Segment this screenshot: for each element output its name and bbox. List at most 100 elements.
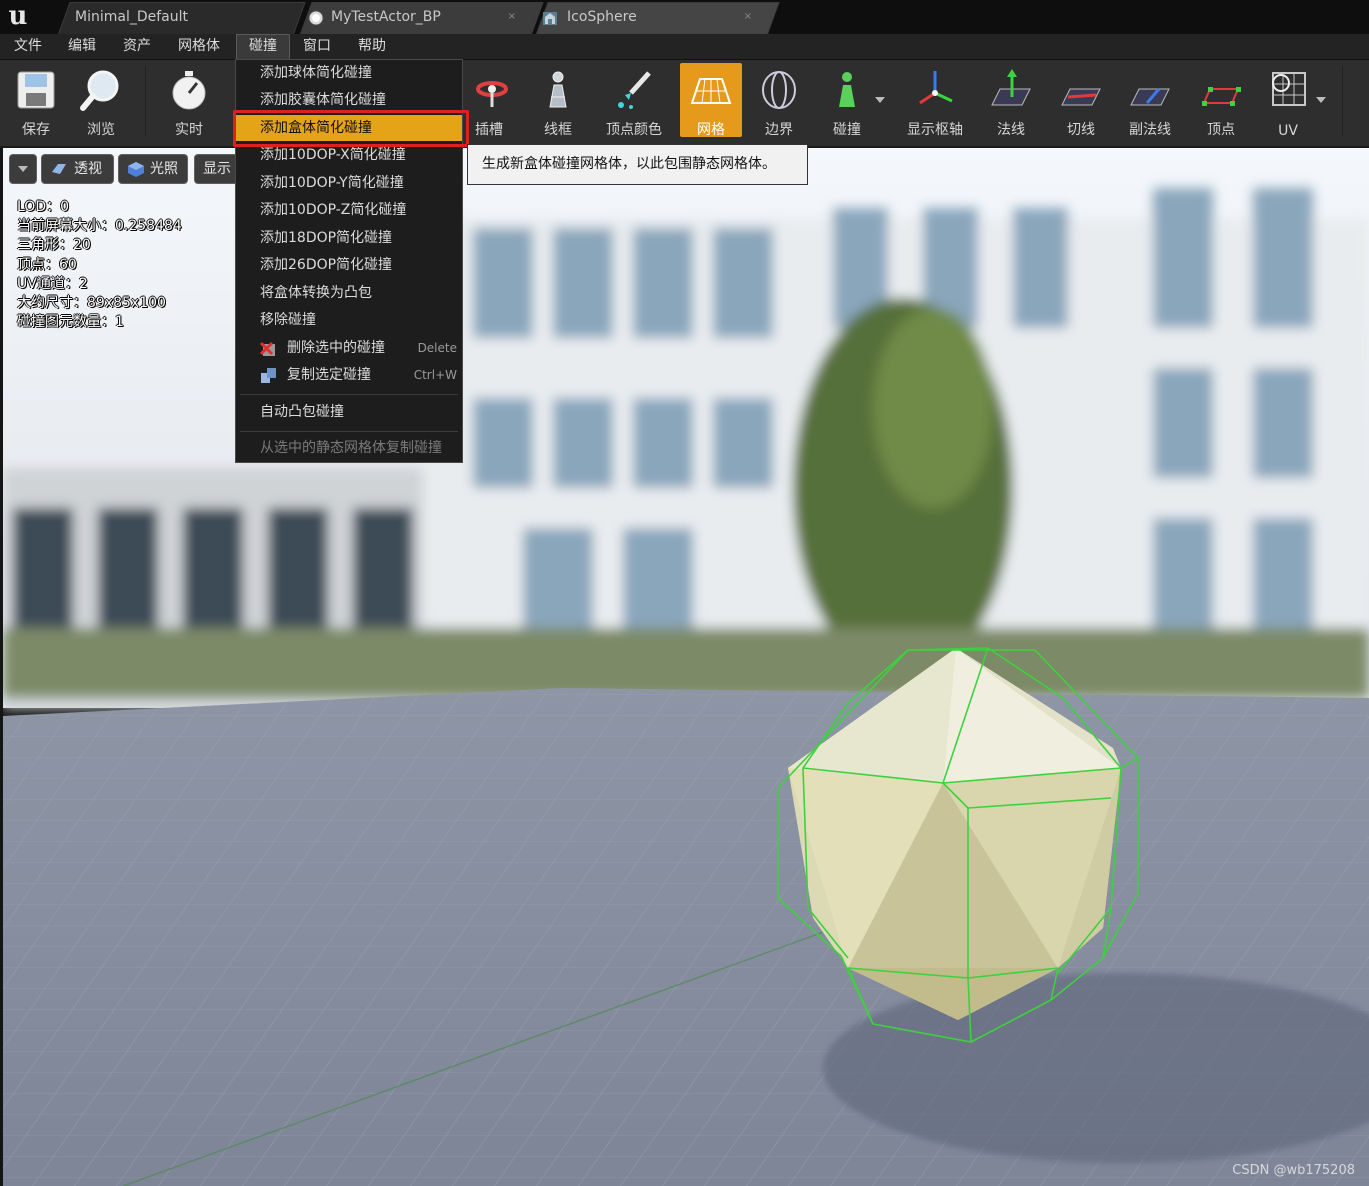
vertices-button[interactable]: 顶点 (1190, 63, 1252, 138)
menu-separator (240, 431, 458, 432)
stat-triangles: 三角形：20 (17, 237, 91, 254)
blueprint-actor-icon (308, 10, 324, 26)
menu-separator (240, 394, 458, 395)
tab-close-icon[interactable]: × (744, 2, 752, 32)
uv-dropdown-caret-icon[interactable] (1316, 97, 1326, 103)
menu-add-10dop-y-collision[interactable]: 添加10DOP-Y简化碰撞 (236, 170, 462, 196)
viewport[interactable]: 透视 光照 显示 LOD：0 当前屏幕大小：0.258484 三角形：20 顶点… (3, 148, 1369, 1186)
wireframe-button[interactable]: 线框 (527, 63, 589, 138)
menu-file[interactable]: 文件 (2, 34, 54, 59)
menu-add-10dop-z-collision[interactable]: 添加10DOP-Z简化碰撞 (236, 197, 462, 223)
socket-icon (476, 81, 508, 107)
menu-asset[interactable]: 资产 (111, 34, 163, 59)
vertices-icon (1202, 87, 1241, 106)
browse-label: 浏览 (87, 122, 115, 138)
paint-brush-icon (618, 71, 651, 109)
perspective-button[interactable]: 透视 (41, 154, 114, 184)
menu-bar: 文件 编辑 资产 网格体 碰撞 窗口 帮助 (0, 34, 1369, 60)
toolbar-divider (1342, 66, 1343, 136)
menu-delete-selected-collision[interactable]: 删除选中的碰撞 Delete (236, 335, 462, 361)
menu-add-18dop-collision[interactable]: 添加18DOP简化碰撞 (236, 225, 462, 251)
toolbar: 保存 浏览 实时 插槽 线框 顶点颜色 网格 边界 碰撞 显示枢轴 法线 切线 … (0, 60, 1369, 148)
wireframe-label: 线框 (544, 122, 572, 138)
lit-label: 光照 (150, 161, 178, 177)
tab-label: IcoSphere (567, 9, 637, 25)
menu-auto-convex-collision[interactable]: 自动凸包碰撞 (236, 399, 462, 425)
stat-vertices: 顶点：60 (17, 256, 77, 273)
binormals-icon (1130, 88, 1170, 106)
collision-pawn-icon (839, 72, 855, 107)
static-mesh-icon (543, 12, 557, 25)
normals-icon (991, 69, 1031, 106)
menu-add-26dop-collision[interactable]: 添加26DOP简化碰撞 (236, 252, 462, 278)
stat-screen-size: 当前屏幕大小：0.258484 (17, 218, 182, 235)
tab-label: Minimal_Default (75, 9, 188, 25)
lit-sphere-icon (128, 162, 144, 177)
stat-uv-channels: UV通道：2 (17, 275, 88, 292)
show-button[interactable]: 显示 (194, 154, 240, 184)
collision-label: 碰撞 (833, 122, 861, 138)
duplicate-shortcut: Ctrl+W (413, 368, 457, 382)
menu-remove-collision[interactable]: 移除碰撞 (236, 307, 462, 333)
delete-shortcut: Delete (417, 341, 457, 355)
bounds-button[interactable]: 边界 (748, 63, 810, 138)
menu-mesh[interactable]: 网格体 (166, 34, 232, 59)
title-tab-bar: u Minimal_Default MyTestActor_BP × IcoSp… (0, 0, 1369, 34)
lit-button[interactable]: 光照 (118, 154, 188, 184)
viewport-options-button[interactable] (9, 154, 37, 184)
collision-dropdown-caret-icon[interactable] (875, 97, 885, 103)
vertex-color-button[interactable]: 顶点颜色 (603, 63, 665, 138)
menu-add-sphere-collision[interactable]: 添加球体简化碰撞 (236, 60, 462, 86)
perspective-cube-icon (52, 164, 66, 174)
browse-button[interactable]: 浏览 (70, 63, 132, 138)
duplicate-collision-icon (261, 368, 276, 383)
tooltip: 生成新盒体碰撞网格体，以此包围静态网格体。 (467, 144, 808, 185)
menu-edit[interactable]: 编辑 (56, 34, 108, 59)
menu-duplicate-selected-collision[interactable]: 复制选定碰撞 Ctrl+W (236, 362, 462, 388)
tab-close-icon[interactable]: × (508, 2, 516, 32)
menu-help[interactable]: 帮助 (346, 34, 398, 59)
chevron-down-icon (18, 166, 28, 172)
binormals-label: 副法线 (1129, 122, 1171, 138)
menu-convert-box-to-convex[interactable]: 将盒体转换为凸包 (236, 280, 462, 306)
tab-mytestactor-bp[interactable]: MyTestActor_BP × (300, 2, 544, 34)
menu-copy-collision-from-selected[interactable]: 从选中的静态网格体复制碰撞 (236, 435, 462, 461)
tangents-button[interactable]: 切线 (1050, 63, 1112, 138)
uv-grid-icon (1272, 72, 1306, 106)
perspective-label: 透视 (74, 161, 102, 177)
vertex-color-label: 顶点颜色 (606, 122, 662, 138)
viewport-stats: LOD：0 当前屏幕大小：0.258484 三角形：20 顶点：60 UV通道：… (17, 198, 182, 332)
highlight-annotation-frame (233, 110, 469, 147)
tangents-icon (1061, 88, 1101, 106)
watermark: CSDN @wb175208 (1232, 1163, 1355, 1178)
pivot-axis-icon (919, 71, 953, 105)
stat-collision-primitives: 碰撞图元数量：1 (17, 314, 124, 331)
tab-minimal-default[interactable]: Minimal_Default (58, 2, 306, 34)
bounds-icon (762, 71, 796, 109)
save-icon (17, 71, 55, 109)
delete-collision-icon (260, 341, 275, 356)
tab-label: MyTestActor_BP (331, 9, 441, 25)
grid-button[interactable]: 网格 (680, 63, 742, 138)
show-pivot-button[interactable]: 显示枢轴 (904, 63, 966, 138)
menu-window[interactable]: 窗口 (291, 34, 343, 59)
show-pivot-label: 显示枢轴 (907, 122, 963, 138)
normals-button[interactable]: 法线 (980, 63, 1042, 138)
menu-collision[interactable]: 碰撞 (236, 34, 290, 59)
binormals-button[interactable]: 副法线 (1119, 63, 1181, 138)
realtime-label: 实时 (175, 122, 203, 138)
uv-button[interactable]: UV (1257, 63, 1319, 139)
stat-lod: LOD：0 (17, 199, 70, 215)
unreal-logo-icon[interactable]: u (4, 2, 32, 30)
save-button[interactable]: 保存 (5, 63, 67, 138)
toolbar-divider (145, 66, 146, 136)
grid-icon (690, 78, 732, 104)
stat-approx-size: 大约尺寸：89x85x100 (17, 295, 166, 312)
stopwatch-icon (172, 71, 206, 110)
collision-button[interactable]: 碰撞 (816, 63, 878, 138)
show-label: 显示 (203, 161, 231, 177)
realtime-button[interactable]: 实时 (158, 63, 220, 138)
viewport-scene (3, 148, 1369, 1186)
tab-icosphere[interactable]: IcoSphere × (536, 2, 780, 34)
wireframe-pawn-icon (549, 71, 567, 108)
